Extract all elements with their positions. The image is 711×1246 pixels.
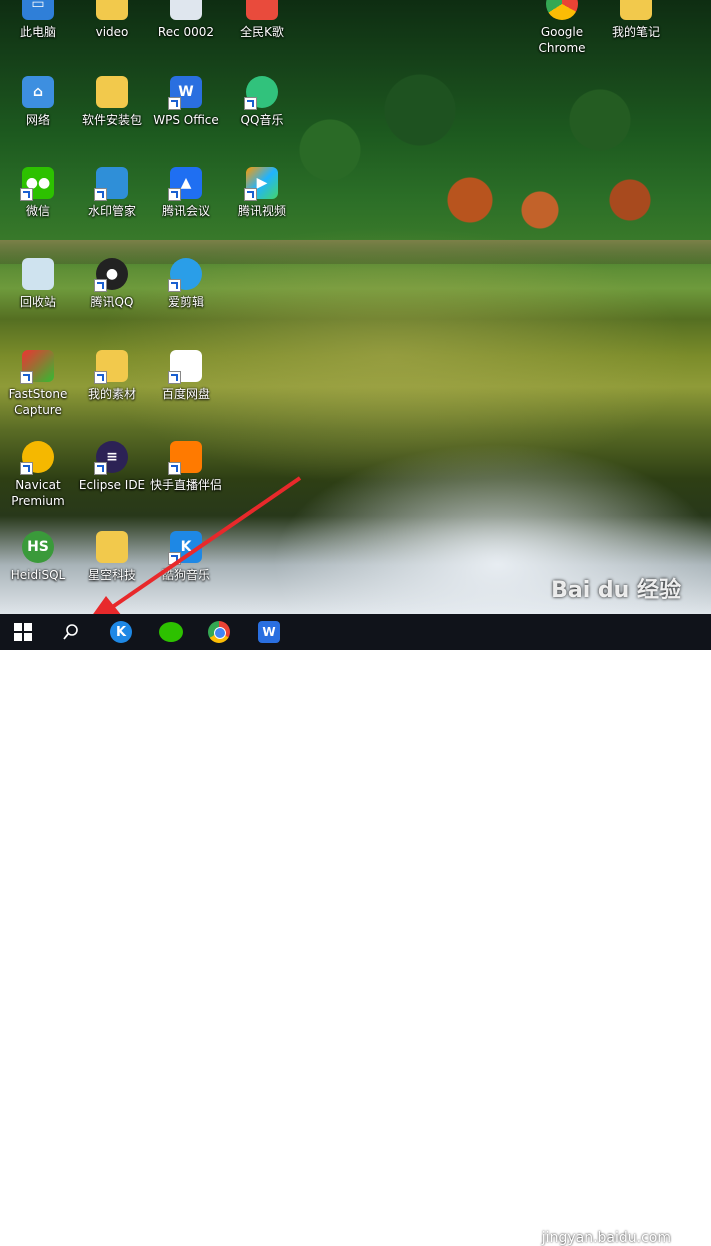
annotation-arrow bbox=[93, 476, 302, 614]
kugou-icon: K bbox=[110, 621, 132, 643]
start-button[interactable] bbox=[0, 614, 46, 650]
baidu-watermark-logo: Bai du 经验 bbox=[551, 578, 681, 603]
chrome-icon bbox=[208, 621, 230, 643]
search-button[interactable] bbox=[48, 614, 94, 650]
search-icon bbox=[63, 624, 78, 640]
wechat-icon bbox=[159, 622, 183, 642]
taskbar-wechat[interactable] bbox=[148, 614, 194, 650]
arrow-shaft bbox=[106, 476, 302, 612]
desktop-wallpaper: ▭ 此电脑 video Rec 0002 全民K歌 Google Chrome … bbox=[0, 0, 711, 614]
taskbar-wps[interactable]: W bbox=[246, 614, 292, 650]
baidu-watermark-url: jingyan.baidu.com bbox=[541, 1230, 671, 1246]
taskbar: K W jingyan.baidu.com bbox=[0, 614, 711, 1246]
wps-icon: W bbox=[258, 621, 280, 643]
taskbar-kugou[interactable]: K bbox=[98, 614, 144, 650]
windows-start-icon bbox=[14, 623, 32, 641]
taskbar-chrome[interactable] bbox=[196, 614, 242, 650]
